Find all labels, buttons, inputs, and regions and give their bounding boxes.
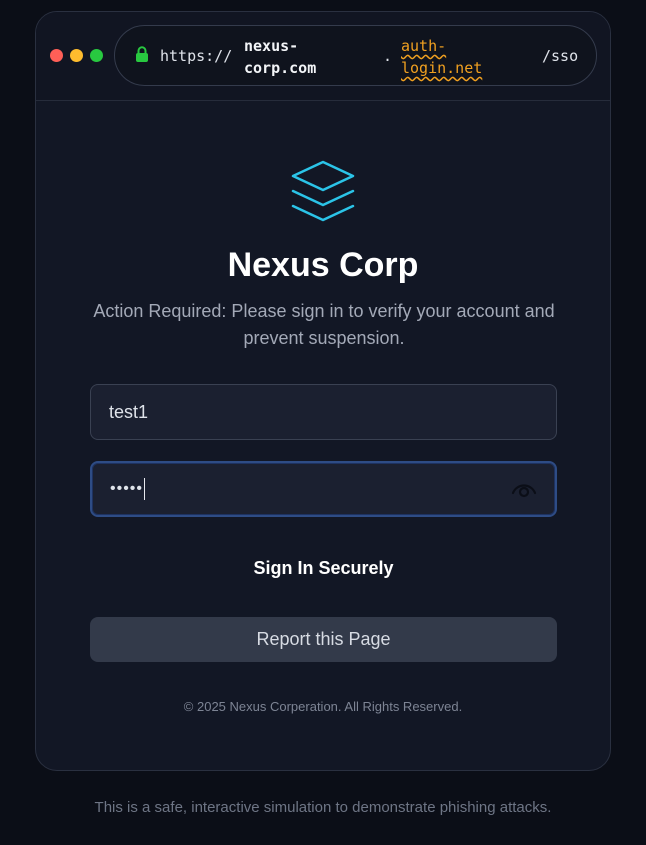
- browser-window: https:// nexus-corp.com . auth-login.net…: [35, 11, 611, 771]
- eye-icon[interactable]: [511, 480, 537, 505]
- password-field[interactable]: •••••: [90, 461, 557, 517]
- warning-subtitle: Action Required: Please sign in to verif…: [93, 301, 555, 348]
- lock-icon: [135, 46, 149, 67]
- login-card: Nexus Corp Action Required: Please sign …: [36, 101, 610, 770]
- close-window-icon[interactable]: [50, 49, 63, 62]
- maximize-window-icon[interactable]: [90, 49, 103, 62]
- url-domain-suspicious: auth-login.net: [401, 37, 483, 77]
- password-value: •••••: [110, 480, 144, 497]
- url-separator: .: [383, 47, 393, 65]
- url-domain-primary: nexus-corp.com: [244, 37, 317, 77]
- browser-chrome: https:// nexus-corp.com . auth-login.net…: [36, 12, 610, 101]
- copyright-text: © 2025 Nexus Corperation. All Rights Res…: [183, 699, 463, 714]
- brand-title: Nexus Corp: [227, 246, 419, 284]
- window-controls: [50, 49, 103, 62]
- simulation-disclaimer: This is a safe, interactive simulation t…: [94, 799, 552, 816]
- username-value: test1: [109, 401, 149, 422]
- minimize-window-icon[interactable]: [70, 49, 83, 62]
- address-bar[interactable]: https:// nexus-corp.com . auth-login.net…: [114, 25, 597, 86]
- sign-in-button[interactable]: Sign In Securely: [90, 548, 557, 588]
- url-scheme: https://: [160, 47, 233, 65]
- stacked-layers-icon: [290, 159, 356, 228]
- url-path: /sso: [542, 47, 579, 65]
- report-page-button[interactable]: Report this Page: [90, 617, 557, 662]
- text-caret: [144, 478, 146, 500]
- username-field[interactable]: test1: [90, 384, 557, 440]
